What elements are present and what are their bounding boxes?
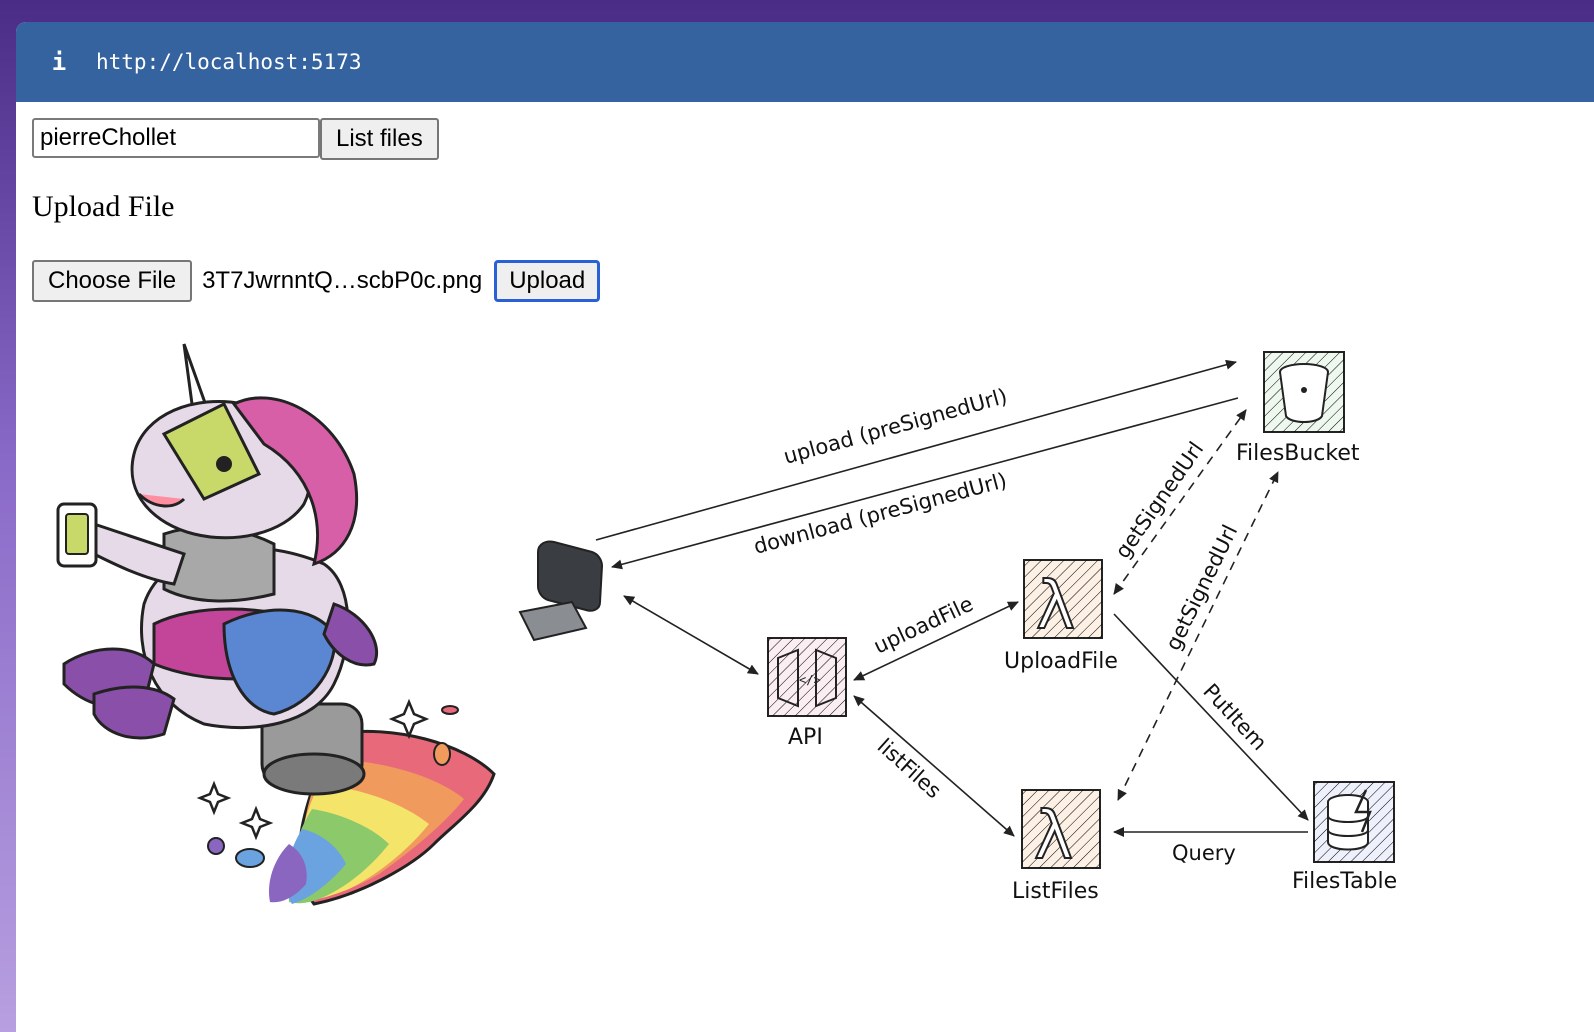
files-table-node: FilesTable (1292, 781, 1397, 894)
computer-icon (518, 540, 604, 642)
edge-put-item: PutItem (1113, 613, 1309, 821)
unicorn-head (130, 343, 359, 567)
edge-list-files: listFiles (853, 695, 1015, 837)
edge-label-download: download (preSignedUrl) (751, 468, 1009, 559)
choose-file-button[interactable]: Choose File (32, 260, 193, 302)
architecture-diagram: upload (preSignedUrl) download (preSigne… (518, 351, 1397, 904)
upload-file-lambda-node: λ UploadFile (1004, 559, 1118, 674)
api-label: API (788, 725, 823, 750)
list-files-form: List files (32, 118, 439, 160)
svg-text:λ: λ (1034, 797, 1073, 874)
edge-label-put-item: PutItem (1198, 679, 1271, 755)
url-text[interactable]: http://localhost:5173 (96, 50, 362, 74)
edge-upload-file: uploadFile (853, 592, 1019, 681)
edge-client-api (623, 595, 759, 675)
upload-button[interactable]: Upload (494, 260, 601, 302)
edge-query: Query (1113, 827, 1308, 865)
edge-label-upload-file: uploadFile (870, 592, 977, 659)
browser-window: i http://localhost:5173 List files Uploa… (16, 22, 1594, 1032)
info-icon[interactable]: i (48, 48, 70, 76)
svg-text:</>: </> (799, 673, 821, 687)
selected-file-name: 3T7JwrnntQ…scbP0c.png (202, 267, 483, 294)
url-bar[interactable]: i http://localhost:5173 (16, 22, 1594, 102)
upload-form: Choose File 3T7JwrnntQ…scbP0c.png Upload (32, 260, 601, 302)
upload-heading: Upload File (32, 190, 175, 223)
svg-text:λ: λ (1036, 567, 1075, 644)
unicorn-mascot-image (56, 343, 496, 906)
list-files-label: ListFiles (1012, 879, 1099, 904)
edge-label-query: Query (1172, 841, 1236, 865)
files-table-label: FilesTable (1292, 869, 1397, 894)
edge-label-get-signed-url-2: getSignedUrl (1161, 521, 1242, 654)
files-bucket-label: FilesBucket (1236, 441, 1360, 466)
upload-file-label: UploadFile (1004, 649, 1118, 674)
list-files-lambda-node: λ ListFiles (1012, 789, 1101, 904)
files-bucket-node: FilesBucket (1236, 351, 1360, 466)
edge-get-signed-url-1: getSignedUrl (1110, 409, 1247, 595)
api-node: </> API (767, 637, 847, 750)
list-files-button[interactable]: List files (320, 118, 439, 160)
edge-label-get-signed-url-1: getSignedUrl (1110, 437, 1208, 562)
username-input[interactable] (32, 118, 320, 158)
